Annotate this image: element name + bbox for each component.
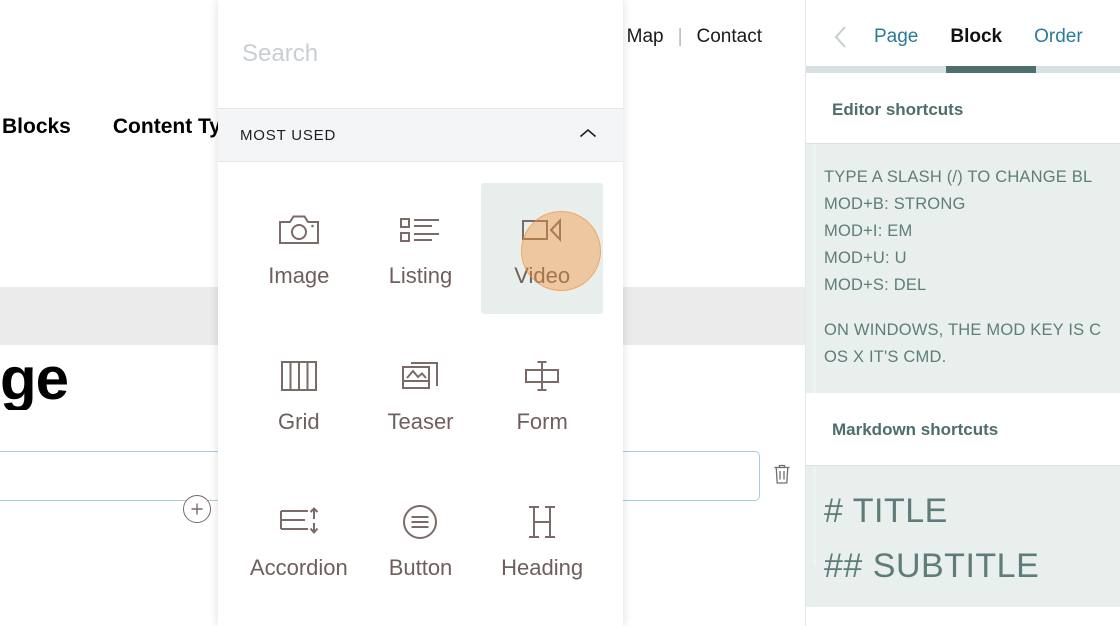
search-input[interactable] bbox=[240, 39, 603, 69]
shortcut-note-line: OS X IT'S CMD. bbox=[824, 348, 947, 366]
block-chooser-panel: MOST USED Image bbox=[218, 0, 623, 626]
accordion-icon bbox=[276, 502, 322, 542]
editor-shortcuts-body: TYPE A SLASH (/) TO CHANGE BL MOD+B: STR… bbox=[806, 143, 1120, 393]
editor-shortcuts-title: Editor shortcuts bbox=[832, 100, 964, 119]
block-grid: Image Listing Video Grid Teaser Form Acc… bbox=[218, 162, 623, 606]
camera-icon bbox=[276, 210, 322, 250]
block-tile-label: Form bbox=[516, 409, 568, 434]
section-tab-blocks[interactable]: Blocks bbox=[2, 115, 71, 139]
block-tile-label: Button bbox=[388, 555, 453, 580]
button-icon bbox=[397, 502, 443, 542]
chevron-up-icon[interactable] bbox=[579, 126, 597, 144]
markdown-shortcuts-title: Markdown shortcuts bbox=[832, 420, 999, 439]
chevron-left-icon[interactable] bbox=[824, 20, 858, 54]
cards-icon bbox=[397, 356, 443, 396]
shortcut-line: MOD+B: STRONG bbox=[824, 195, 966, 213]
block-tile-label: Accordion bbox=[249, 555, 348, 580]
block-tile-teaser[interactable]: Teaser bbox=[360, 329, 482, 460]
block-tile-label: Image bbox=[268, 263, 330, 288]
nav-separator: | bbox=[677, 26, 683, 47]
shortcut-line: MOD+I: EM bbox=[824, 222, 913, 240]
block-tile-video[interactable]: Video bbox=[481, 183, 603, 314]
shortcut-line: MOD+U: U bbox=[824, 249, 907, 267]
tab-page[interactable]: Page bbox=[858, 26, 934, 48]
block-tile-label: Teaser bbox=[387, 409, 454, 434]
most-used-group-header[interactable]: MOST USED bbox=[218, 108, 623, 162]
block-tile-label: Heading bbox=[501, 555, 584, 580]
markdown-shortcuts-body: # TITLE ## SUBTITLE bbox=[806, 465, 1120, 607]
block-tile-accordion[interactable]: Accordion bbox=[238, 475, 360, 606]
markdown-line: # TITLE bbox=[824, 492, 948, 530]
tab-underline-active bbox=[946, 66, 1036, 73]
markdown-line: ## SUBTITLE bbox=[824, 547, 1040, 585]
block-settings-sidebar: Page Block Order Editor shortcuts TYPE A… bbox=[805, 0, 1120, 626]
columns-icon bbox=[276, 356, 322, 396]
block-tile-grid[interactable]: Grid bbox=[238, 329, 360, 460]
shortcut-line: TYPE A SLASH (/) TO CHANGE BL bbox=[824, 168, 1093, 186]
trash-icon[interactable] bbox=[772, 462, 792, 486]
nav-link-contact[interactable]: Contact bbox=[697, 26, 762, 48]
block-tile-listing[interactable]: Listing bbox=[360, 183, 482, 314]
block-tile-button[interactable]: Button bbox=[360, 475, 482, 606]
block-tile-image[interactable]: Image bbox=[238, 183, 360, 314]
block-tile-label: Video bbox=[514, 263, 571, 288]
shortcut-line: MOD+S: DEL bbox=[824, 276, 927, 294]
block-tile-label: Listing bbox=[388, 263, 453, 288]
sidebar-tab-bar: Page Block Order bbox=[806, 0, 1120, 73]
block-tile-label: Grid bbox=[278, 409, 320, 434]
section-accent-bar bbox=[813, 144, 816, 393]
video-icon bbox=[519, 210, 565, 250]
tab-order[interactable]: Order bbox=[1018, 26, 1099, 48]
add-block-button[interactable] bbox=[183, 495, 211, 523]
section-accent-bar bbox=[813, 466, 816, 566]
block-tile-form[interactable]: Form bbox=[481, 329, 603, 460]
section-tab-content-types[interactable]: Content Ty bbox=[113, 115, 221, 139]
shortcut-note-line: ON WINDOWS, THE MOD KEY IS C bbox=[824, 321, 1102, 339]
list-icon bbox=[397, 210, 443, 250]
block-tile-heading[interactable]: Heading bbox=[481, 475, 603, 606]
heading-h-icon bbox=[519, 502, 565, 542]
form-field-icon bbox=[519, 356, 565, 396]
most-used-label: MOST USED bbox=[240, 126, 337, 144]
tab-block[interactable]: Block bbox=[934, 26, 1018, 48]
block-search-row bbox=[218, 0, 623, 108]
